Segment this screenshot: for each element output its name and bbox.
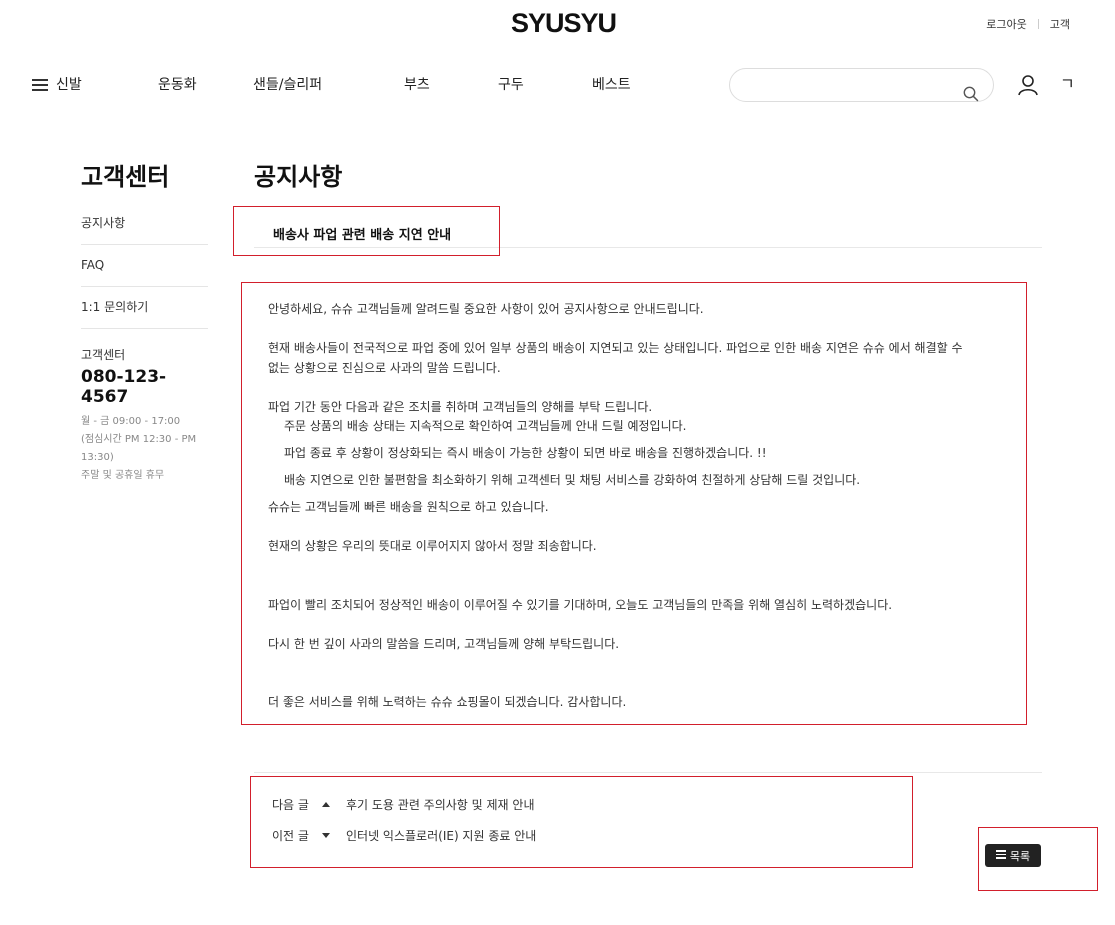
search-input[interactable]: [744, 69, 964, 101]
arrow-up-icon: [322, 802, 330, 807]
notice-body-line: 안녕하세요, 슈슈 고객님들께 알려드릴 중요한 사항이 있어 공지사항으로 안…: [268, 302, 704, 316]
cart-icon[interactable]: ㄱ: [1060, 74, 1075, 94]
sidebar-menu: 공지사항 FAQ 1:1 문의하기: [81, 203, 208, 329]
site-logo[interactable]: SYUSYU: [511, 8, 617, 39]
list-button[interactable]: 목록: [985, 844, 1041, 867]
notice-body-line: 슈슈는 고객님들께 빠른 배송을 원칙으로 하고 있습니다.: [268, 500, 549, 514]
cs-hours-line: 주말 및 공휴일 휴무: [81, 470, 165, 481]
list-button-label: 목록: [1009, 850, 1031, 863]
cs-label: 고객센터: [81, 348, 126, 362]
hamburger-menu-icon[interactable]: [32, 79, 48, 91]
next-post-row[interactable]: 다음 글 후기 도용 관련 주의사항 및 제재 안내: [272, 796, 535, 813]
nav-item-sandals[interactable]: 샌들/슬리퍼: [253, 74, 322, 94]
prev-post-label: 이전 글: [272, 829, 309, 843]
nav-item-boots[interactable]: 부츠: [404, 74, 430, 94]
sidebar-item-faq[interactable]: FAQ: [81, 245, 208, 287]
nav-item-best[interactable]: 베스트: [592, 74, 631, 94]
search-box: [729, 68, 994, 102]
cs-hours: 월 - 금 09:00 - 17:00 (점심시간 PM 12:30 - PM …: [81, 413, 211, 485]
prev-post-row[interactable]: 이전 글 인터넷 익스플로러(IE) 지원 종료 안내: [272, 827, 536, 844]
next-post-label: 다음 글: [272, 798, 309, 812]
divider: [254, 772, 1042, 773]
nav-item-dress-shoes[interactable]: 구두: [498, 74, 524, 94]
notice-body-line: 다시 한 번 깊이 사과의 말씀을 드리며, 고객님들께 양해 부탁드립니다.: [268, 637, 620, 651]
notice-body-line: 없는 상황으로 진심으로 사과의 말씀 드립니다.: [268, 361, 501, 375]
page-title: 공지사항: [254, 163, 343, 191]
notice-body-line: 배송 지연으로 인한 불편함을 최소화하기 위해 고객센터 및 채팅 서비스를 …: [284, 473, 861, 487]
notice-body-line: 파업이 빨리 조치되어 정상적인 배송이 이루어질 수 있기를 기대하며, 오늘…: [268, 598, 893, 612]
sidebar-title: 고객센터: [81, 163, 170, 191]
nav-item-sneakers[interactable]: 운동화: [158, 74, 197, 94]
sidebar-item-inquiry[interactable]: 1:1 문의하기: [81, 287, 208, 329]
notice-body-line: 파업 기간 동안 다음과 같은 조치를 취하며 고객님들의 양해를 부탁 드립니…: [268, 400, 653, 414]
notice-body-line: 더 좋은 서비스를 위해 노력하는 슈슈 쇼핑몰이 되겠습니다. 감사합니다.: [268, 695, 627, 709]
notice-body-line: 주문 상품의 배송 상태는 지속적으로 확인하여 고객님들께 안내 드릴 예정입…: [284, 419, 687, 433]
cs-phone-number: 080-123-4567: [81, 367, 167, 407]
customer-center-info: 고객센터 080-123-4567 월 - 금 09:00 - 17:00 (점…: [81, 346, 211, 485]
logout-link[interactable]: 로그아웃: [986, 16, 1026, 32]
next-post-title[interactable]: 후기 도용 관련 주의사항 및 제재 안내: [346, 796, 535, 813]
top-links: 로그아웃 고객: [986, 16, 1070, 32]
notice-body-line: 현재 배송사들이 전국적으로 파업 중에 있어 일부 상품의 배송이 지연되고 …: [268, 341, 963, 355]
search-icon[interactable]: [963, 86, 979, 102]
customer-link[interactable]: 고객: [1050, 16, 1070, 32]
cs-hours-line: 월 - 금 09:00 - 17:00: [81, 416, 181, 427]
notice-body-line: 현재의 상황은 우리의 뜻대로 이루어지지 않아서 정말 죄송합니다.: [268, 539, 597, 553]
cs-hours-line: 13:30): [81, 452, 114, 463]
cs-hours-line: (점심시간 PM 12:30 - PM: [81, 434, 197, 445]
notice-body-line: 파업 종료 후 상황이 정상화되는 즉시 배송이 가능한 상황이 되면 바로 배…: [284, 446, 767, 460]
user-icon[interactable]: [1017, 74, 1039, 96]
nav-item-shoes[interactable]: 신발: [56, 74, 82, 94]
list-icon: [995, 850, 1006, 861]
link-divider: [1037, 19, 1039, 29]
notice-subject: 배송사 파업 관련 배송 지연 안내: [273, 228, 452, 243]
prev-post-title[interactable]: 인터넷 익스플로러(IE) 지원 종료 안내: [346, 827, 536, 844]
arrow-down-icon: [322, 833, 330, 838]
post-navigation-highlight: [250, 776, 913, 868]
sidebar-item-notice[interactable]: 공지사항: [81, 203, 208, 245]
